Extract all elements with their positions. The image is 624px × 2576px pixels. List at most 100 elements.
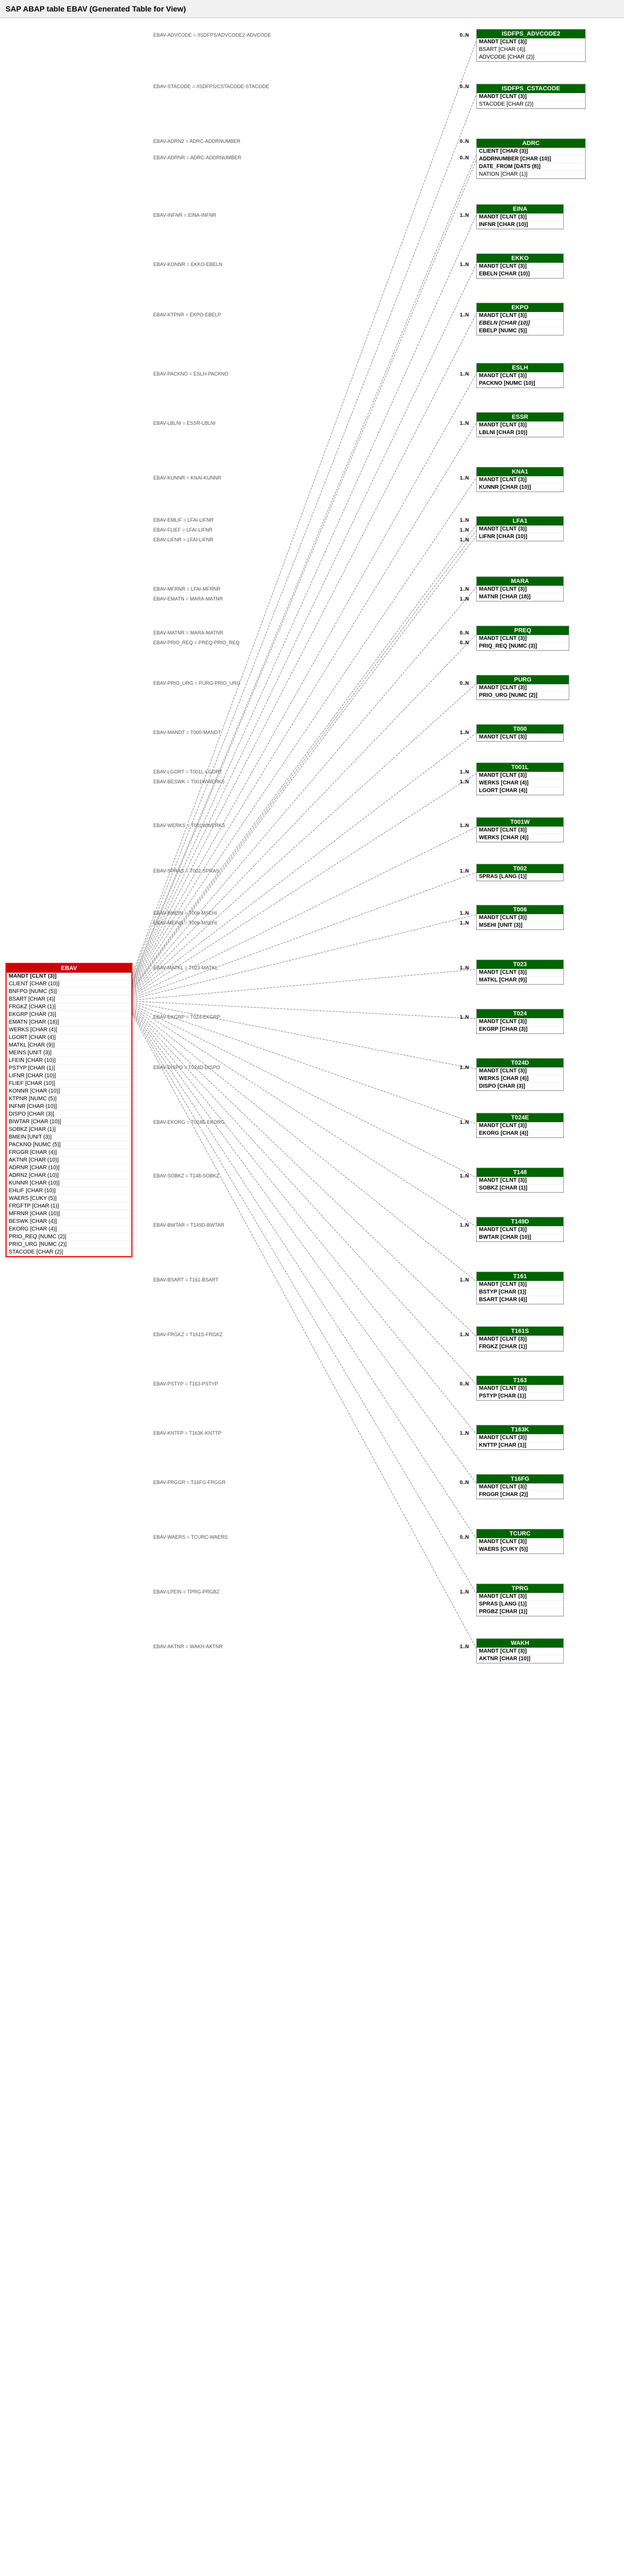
entity-EBAV[interactable]: EBAV MANDT [CLNT (3)] CLIENT [CHAR (10)]… xyxy=(5,963,132,1257)
field-MFRNR: MFRNR [CHAR (10)] xyxy=(7,1210,131,1218)
field-MANDT-t001w: MANDT [CLNT (3)] xyxy=(477,827,563,834)
field-INFNR-eina: INFNR [CHAR (10)] xyxy=(477,221,563,229)
entity-header-T161: T161 xyxy=(477,1272,563,1281)
field-SOBKZ: SOBKZ [CHAR (1)] xyxy=(7,1126,131,1134)
entity-ISDFPS_CSTACODE[interactable]: ISDFPS_CSTACODE MANDT [CLNT (3)] STACODE… xyxy=(476,84,586,109)
entity-WAKH[interactable]: WAKH MANDT [CLNT (3)] AKTNR [CHAR (10)] xyxy=(476,1638,564,1664)
card-adrnr: 0..N xyxy=(460,155,469,160)
rel-advcode: EBAV-ADVCODE = /ISDFPS/ADVCODE2-ADVCODE xyxy=(153,32,271,38)
field-MANDT-kna1: MANDT [CLNT (3)] xyxy=(477,476,563,484)
rel-waers: EBAV-WAERS = TCURC-WAERS xyxy=(153,1534,228,1540)
entity-header-T001W: T001W xyxy=(477,818,563,827)
field-BNFPO: BNFPO [NUMC (5)] xyxy=(7,988,131,996)
entity-header-EKKO: EKKO xyxy=(477,254,563,263)
field-MANDT-eslh: MANDT [CLNT (3)] xyxy=(477,372,563,380)
card-lpein: 1..N xyxy=(460,1589,469,1595)
field-WAERS-tcurc: WAERS [CUKY (5)] xyxy=(477,1546,563,1553)
entity-T149D[interactable]: T149D MANDT [CLNT (3)] BWTAR [CHAR (10)] xyxy=(476,1217,564,1242)
rel-matkl: EBAV-MATKL = T023-MATKL xyxy=(153,965,218,971)
entity-T024E[interactable]: T024E MANDT [CLNT (3)] EKORG [CHAR (4)] xyxy=(476,1113,564,1138)
entity-T163[interactable]: T163 MANDT [CLNT (3)] PSTYP [CHAR (1)] xyxy=(476,1376,564,1401)
entity-T16FG[interactable]: T16FG MANDT [CLNT (3)] FRGGR [CHAR (2)] xyxy=(476,1474,564,1499)
entity-T161[interactable]: T161 MANDT [CLNT (3)] BSTYP [CHAR (1)] B… xyxy=(476,1272,564,1304)
field-PACKNO-eslh: PACKNO [NUMC (10)] xyxy=(477,380,563,388)
entity-T001W[interactable]: T001W MANDT [CLNT (3)] WERKS [CHAR (4)] xyxy=(476,817,564,842)
card-waers: 0..N xyxy=(460,1534,469,1540)
field-BWTAR-t149d: BWTAR [CHAR (10)] xyxy=(477,1234,563,1241)
rel-prio-req: EBAV-PRIO_REQ = PREQ-PRIO_REQ xyxy=(153,640,240,645)
entity-TCURC[interactable]: TCURC MANDT [CLNT (3)] WAERS [CUKY (5)] xyxy=(476,1529,564,1554)
entity-T023[interactable]: T023 MANDT [CLNT (3)] MATKL [CHAR (9)] xyxy=(476,960,564,985)
entity-T163K[interactable]: T163K MANDT [CLNT (3)] KNTTP [CHAR (1)] xyxy=(476,1425,564,1450)
field-MANDT-essr: MANDT [CLNT (3)] xyxy=(477,421,563,429)
entity-MARA[interactable]: MARA MANDT [CLNT (3)] MATNR [CHAR (18)] xyxy=(476,576,564,602)
entity-PURG[interactable]: PURG MANDT [CLNT (3)] PRIO_URG [NUMC (2)… xyxy=(476,675,569,700)
rel-lblni: EBAV-LBLNI = ESSR-LBLNI xyxy=(153,420,216,426)
field-SPRAS-t002: SPRAS [LANG (1)] xyxy=(477,873,563,881)
field-FRGKZ: FRGKZ [CHAR (1)] xyxy=(7,1003,131,1011)
entity-ISDFPS_ADVCODE2[interactable]: ISDFPS_ADVCODE2 MANDT [CLNT (3)] BSART [… xyxy=(476,29,586,62)
rel-beswk: EBAV-BESWK = T001WWERKS xyxy=(153,779,224,784)
entity-EINA[interactable]: EINA MANDT [CLNT (3)] INFNR [CHAR (10)] xyxy=(476,204,564,229)
entity-header-T000: T000 xyxy=(477,725,563,733)
rel-matnr: EBAV-MATNR = MARA-MATNR xyxy=(153,630,223,636)
rel-mandt: EBAV-MANDT = T000-MANDT xyxy=(153,730,221,735)
field-DATE_FROM: DATE_FROM [DATS (8)] xyxy=(477,163,585,171)
entity-ESLH[interactable]: ESLH MANDT [CLNT (3)] PACKNO [NUMC (10)] xyxy=(476,363,564,388)
field-MATKL: MATKL [CHAR (9)] xyxy=(7,1042,131,1049)
entity-T148[interactable]: T148 MANDT [CLNT (3)] SOBKZ [CHAR (1)] xyxy=(476,1168,564,1193)
entity-EKPO[interactable]: EKPO MANDT [CLNT (3)] EBELN [CHAR (10)] … xyxy=(476,303,564,336)
page-title: SAP ABAP table EBAV (Generated Table for… xyxy=(0,0,624,18)
card-pstyp: 0..N xyxy=(460,1381,469,1387)
entity-T161S[interactable]: T161S MANDT [CLNT (3)] FRGKZ [CHAR (1)] xyxy=(476,1326,564,1351)
entity-header-LFA1: LFA1 xyxy=(477,517,563,525)
field-PSTYP-t163: PSTYP [CHAR (1)] xyxy=(477,1393,563,1400)
rel-mfrnr: EBAV-MFRNR = LFAI-MFRNR xyxy=(153,586,221,592)
rel-lpein: EBAV-LPEIN = TPRG-PRGBZ xyxy=(153,1589,219,1595)
field-BSART: BSART [CHAR (4)] xyxy=(7,996,131,1003)
field-WERKS-t001l: WERKS [CHAR (4)] xyxy=(477,779,563,787)
field-PRIO_URG-purg: PRIO_URG [NUMC (2)] xyxy=(477,692,569,700)
entity-T024D[interactable]: T024D MANDT [CLNT (3)] WERKS [CHAR (4)] … xyxy=(476,1058,564,1091)
entity-ESSR[interactable]: ESSR MANDT [CLNT (3)] LBLNI [CHAR (10)] xyxy=(476,412,564,437)
field-MANDT-t000: MANDT [CLNT (3)] xyxy=(477,733,563,741)
card-prio-req: 0..N xyxy=(460,640,469,645)
entity-T002[interactable]: T002 SPRAS [LANG (1)] xyxy=(476,864,564,881)
rel-ematn: EBAV-EMATN = MARA-MATNR xyxy=(153,596,223,602)
field-ADVCODE: ADVCODE [CHAR (2)] xyxy=(477,54,585,61)
card-kunnr: 1..N xyxy=(460,475,469,481)
field-MANDT-cstacode: MANDT [CLNT (3)] xyxy=(477,93,585,101)
entity-T006[interactable]: T006 MANDT [CLNT (3)] MSEHI [UNIT (3)] xyxy=(476,905,564,930)
entity-ADRC[interactable]: ADRC CLIENT [CHAR (3)] ADDRNUMBER [CHAR … xyxy=(476,138,586,179)
entity-EKKO[interactable]: EKKO MANDT [CLNT (3)] EBELN [CHAR (10)] xyxy=(476,253,564,279)
card-lblni: 1..N xyxy=(460,420,469,426)
card-dispo: 1..N xyxy=(460,1065,469,1070)
field-FRGFTP: FRGFTP [CHAR (1)] xyxy=(7,1203,131,1210)
entity-T000[interactable]: T000 MANDT [CLNT (3)] xyxy=(476,724,564,742)
card-knttp: 1..N xyxy=(460,1430,469,1436)
entity-KNA1[interactable]: KNA1 MANDT [CLNT (3)] KUNNR [CHAR (10)] xyxy=(476,467,564,492)
field-LFEIN: LFEIN [CHAR (10)] xyxy=(7,1057,131,1065)
entity-T024[interactable]: T024 MANDT [CLNT (3)] EKGRP [CHAR (3)] xyxy=(476,1009,564,1034)
field-AKTNR-wakh: AKTNR [CHAR (10)] xyxy=(477,1655,563,1663)
entity-header-MARA: MARA xyxy=(477,577,563,586)
entity-PREQ[interactable]: PREQ MANDT [CLNT (3)] PRIQ_REQ [NUMC (3)… xyxy=(476,626,569,651)
entity-header-T161S: T161S xyxy=(477,1327,563,1336)
card-beswk: 1..N xyxy=(460,779,469,784)
field-EBELN-ekpo: EBELN [CHAR (10)] xyxy=(477,320,563,327)
entity-header-T149D: T149D xyxy=(477,1217,563,1226)
card-lifnr: 1..N xyxy=(460,537,469,542)
field-MANDT-ekpo: MANDT [CLNT (3)] xyxy=(477,312,563,320)
entity-header-EINA: EINA xyxy=(477,205,563,213)
entity-LFA1[interactable]: LFA1 MANDT [CLNT (3)] LIFNR [CHAR (10)] xyxy=(476,516,564,541)
entity-TPRG[interactable]: TPRG MANDT [CLNT (3)] SPRAS [LANG (1)] P… xyxy=(476,1584,564,1616)
field-FRGGR: FRGGR [CHAR (4)] xyxy=(7,1149,131,1157)
field-KONNR: KONNR [CHAR (10)] xyxy=(7,1088,131,1095)
field-MANDT-t001l: MANDT [CLNT (3)] xyxy=(477,772,563,779)
field-ADRN2: ADRN2 [CHAR (10)] xyxy=(7,1172,131,1180)
entity-header-ESLH: ESLH xyxy=(477,363,563,372)
field-EKGRP-t024: EKGRP [CHAR (3)] xyxy=(477,1026,563,1033)
field-MANDT-tprg: MANDT [CLNT (3)] xyxy=(477,1593,563,1601)
entity-T001L[interactable]: T001L MANDT [CLNT (3)] WERKS [CHAR (4)] … xyxy=(476,763,564,795)
field-MANDT-purg: MANDT [CLNT (3)] xyxy=(477,684,569,692)
